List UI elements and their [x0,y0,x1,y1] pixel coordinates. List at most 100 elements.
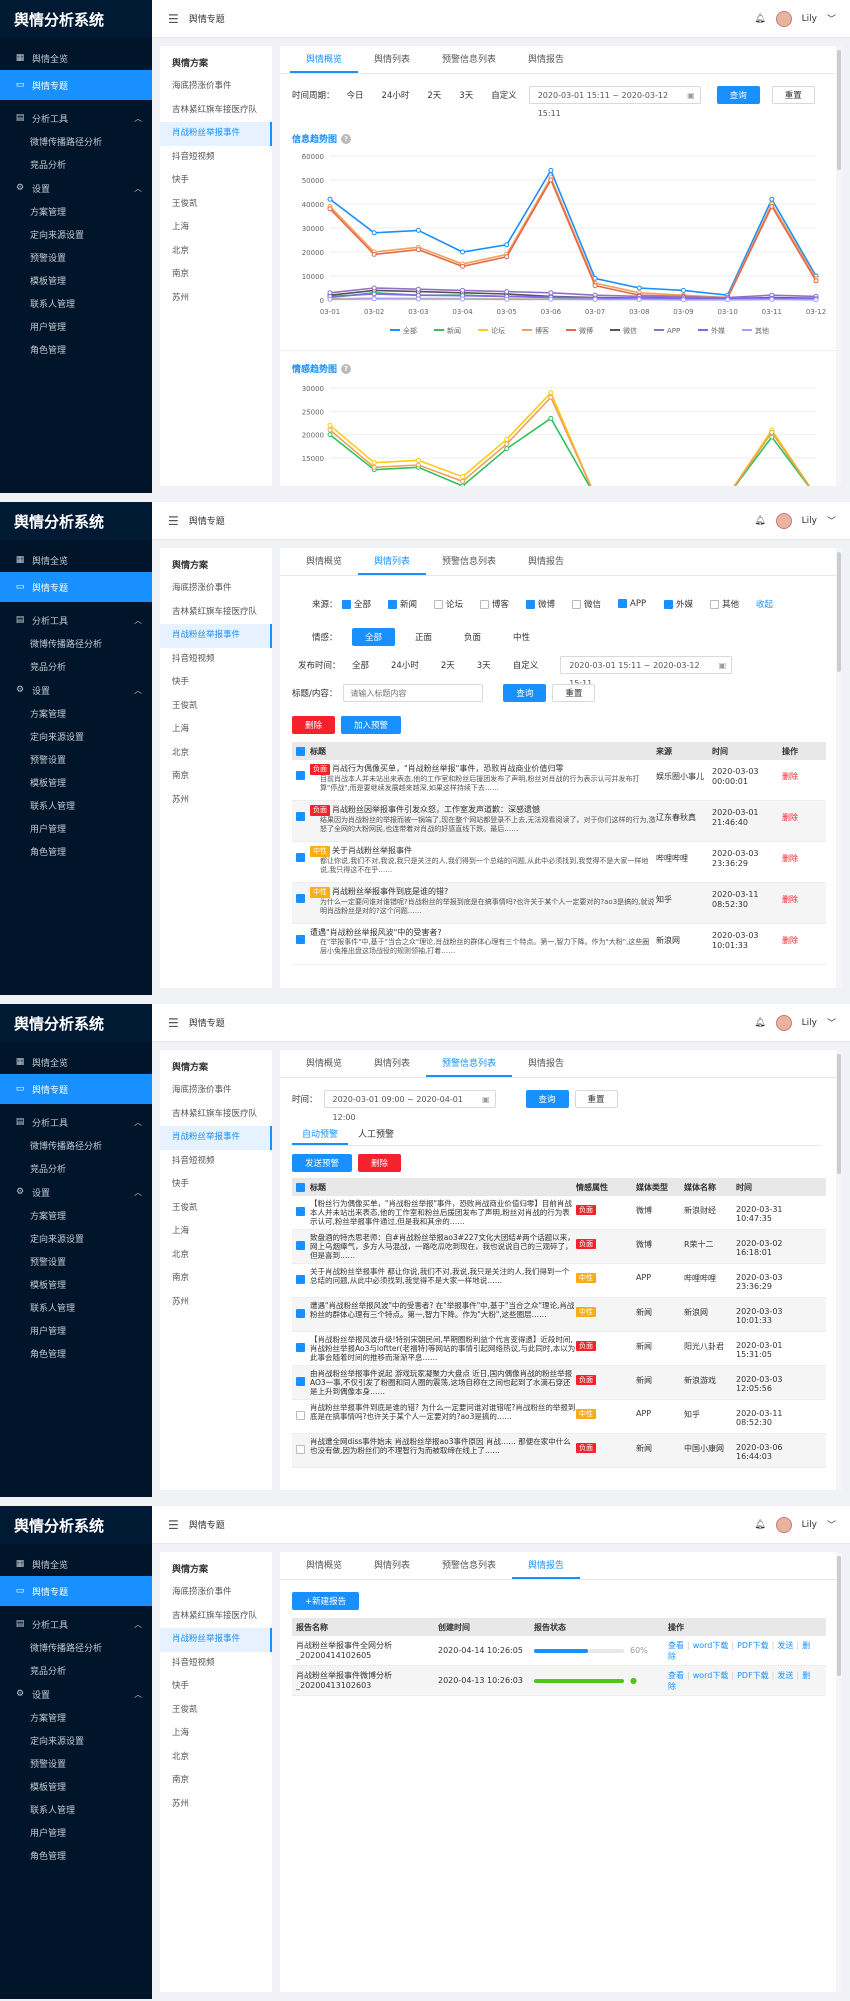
data-point[interactable] [504,296,510,302]
data-point[interactable] [415,286,421,292]
menu-settings-item[interactable]: 角色管理 [0,338,152,361]
menu-analysis[interactable]: ▤ 分析工具 ︿ [0,1612,152,1636]
plan-item[interactable]: 王俊凯 [160,1197,272,1221]
plan-item[interactable]: 上海 [160,1722,272,1746]
data-point[interactable] [460,287,466,293]
menu-analysis-item[interactable]: 微博传播路径分析 [0,1134,152,1157]
send-alert-button[interactable]: 发送预警 [292,1154,353,1172]
row-title[interactable]: 肖战行为偶像买单，"肖战粉丝举报"事件，恐败肖战商业价值归零 [332,764,563,773]
data-point[interactable] [548,290,554,296]
data-point[interactable] [680,287,686,293]
report-name[interactable]: 肖战粉丝举报事件全网分析_20200414102605 [292,1641,438,1661]
menu-settings-item[interactable]: 定向来源设置 [0,1227,152,1250]
legend-label[interactable]: 微信 [623,326,637,335]
data-point[interactable] [327,427,333,433]
data-point[interactable] [769,203,775,209]
menu-settings-item[interactable]: 方案管理 [0,1204,152,1227]
report-action-link[interactable]: 查看 [668,1641,684,1650]
data-point[interactable] [415,457,421,463]
help-icon[interactable]: ? [341,133,352,144]
data-point[interactable] [371,291,377,297]
table-row[interactable]: 关于肖战粉丝举报事件 都让你说,我们不对,我说,我只是关注的人,我们得到一个总结… [292,1264,826,1298]
menu-overview[interactable]: ▦ 舆情全览 [0,46,152,70]
data-point[interactable] [769,196,775,202]
table-row[interactable]: 肖战粉丝举报事件全网分析_20200414102605 2020-04-14 1… [292,1636,826,1666]
user-name[interactable]: Lily [802,1018,817,1028]
tab-0[interactable]: 舆情概览 [290,46,359,73]
table-row[interactable]: 负面 肖战行为偶像买单，"肖战粉丝举报"事件，恐败肖战商业价值归零 目前肖战本人并… [292,760,826,801]
chevron-down-icon[interactable]: ﹀ [827,514,836,527]
source-checkbox[interactable]: 微信 [572,598,618,610]
bell-icon[interactable]: 🔔︎ [754,14,765,24]
menu-topic[interactable]: ▭ 舆情专题 [0,572,152,602]
menu-settings[interactable]: ⚙ 设置 ︿ [0,1180,152,1204]
source-checkbox[interactable]: 博客 [480,598,526,610]
plan-item[interactable]: 抖音短视频 [160,1652,272,1676]
plan-item[interactable]: 海底捞涨价事件 [160,1581,272,1605]
plan-item[interactable]: 吉林紧红旗车接医疗队 [160,99,272,123]
checkbox-icon[interactable] [480,600,489,609]
query-button[interactable]: 查询 [716,86,760,104]
data-point[interactable] [636,285,642,291]
tab-3[interactable]: 舆情报告 [512,548,580,575]
tab-1[interactable]: 舆情列表 [358,46,426,73]
menu-settings-item[interactable]: 模板管理 [0,1775,152,1798]
data-point[interactable] [548,177,554,183]
source-checkbox[interactable]: 全部 [342,598,388,610]
source-checkbox[interactable]: 其他 [710,598,756,610]
menu-analysis[interactable]: ▤ 分析工具 ︿ [0,106,152,130]
menu-settings-item[interactable]: 角色管理 [0,840,152,863]
period-option[interactable]: 24小时 [382,89,410,101]
subtab-0[interactable]: 自动预警 [292,1124,349,1145]
checkbox-icon[interactable] [342,600,351,609]
tab-1[interactable]: 舆情列表 [358,548,427,575]
row-title[interactable]: 【粉丝行为偶像买单，"肖战粉丝举报"事件，恐败肖战商业价值归零】目前肖战本人并未… [304,1199,576,1227]
reset-button[interactable]: 重置 [771,86,815,104]
tab-3[interactable]: 舆情报告 [512,46,580,73]
row-delete-link[interactable]: 删除 [782,927,822,946]
report-action-link[interactable]: 查看 [668,1671,684,1680]
plan-item[interactable]: 王俊凯 [160,1699,272,1723]
time-option[interactable]: 2天 [441,659,455,671]
row-delete-link[interactable]: 删除 [782,763,822,782]
chevron-down-icon[interactable]: ﹀ [827,12,836,25]
row-title[interactable]: 肖战粉丝举报事件到底是谁的错? [332,887,448,896]
menu-toggle-icon[interactable]: ☰ [168,1518,179,1532]
sentiment-option[interactable]: 中性 [501,631,542,643]
menu-settings-item[interactable]: 预警设置 [0,1752,152,1775]
menu-settings-item[interactable]: 联系人管理 [0,794,152,817]
menu-analysis-item[interactable]: 竞品分析 [0,153,152,176]
legend-label[interactable]: 外媒 [711,326,725,335]
row-title[interactable]: 肖战粉丝举报事件到底是谁的错? 为什么一定要问谁对谁错呢?肖战粉丝的举报到底是在… [304,1403,576,1431]
plan-item[interactable]: 海底捞涨价事件 [160,577,272,601]
data-point[interactable] [371,251,377,257]
plan-item[interactable]: 吉林紧红旗车接医疗队 [160,601,272,625]
data-point[interactable] [415,227,421,233]
row-title[interactable]: 遭遇"肖战粉丝举报风波"中的受害者? [310,928,442,937]
table-row[interactable]: 中性 肖战粉丝举报事件到底是谁的错? 为什么一定要问谁对谁错呢?肖战粉丝的举报到底… [292,883,826,924]
data-point[interactable] [460,478,466,484]
table-row[interactable]: 致盘酒的特杰思老师：自#肖战粉丝举报ao3#227文化大团结#两个话题以来，网上… [292,1230,826,1264]
menu-settings-item[interactable]: 用户管理 [0,1319,152,1342]
sentiment-option[interactable]: 负面 [452,631,493,643]
scrollbar[interactable] [836,46,842,486]
menu-settings[interactable]: ⚙ 设置 ︿ [0,678,152,702]
tab-0[interactable]: 舆情概览 [290,548,358,575]
delete-button[interactable]: 删除 [358,1154,402,1172]
menu-settings-item[interactable]: 联系人管理 [0,1798,152,1821]
data-point[interactable] [371,460,377,466]
menu-toggle-icon[interactable]: ☰ [168,514,179,528]
bell-icon[interactable]: 🔔︎ [754,1018,765,1028]
delete-button[interactable]: 删除 [292,716,336,734]
data-point[interactable] [813,297,819,303]
menu-settings-item[interactable]: 方案管理 [0,1706,152,1729]
data-point[interactable] [548,415,554,421]
source-checkbox[interactable]: 新闻 [388,598,434,610]
menu-settings-item[interactable]: 联系人管理 [0,1296,152,1319]
report-action-link[interactable]: 发送 [777,1641,793,1650]
data-point[interactable] [680,297,686,303]
help-icon[interactable]: ? [341,363,352,374]
plan-item[interactable]: 肖战粉丝举报事件 [160,1628,272,1652]
avatar[interactable] [775,512,792,529]
table-row[interactable]: 负面 肖战粉丝因举报事件引发众怒，工作室发声道歉：深感遗憾 结果因为肖战粉丝的举报… [292,801,826,842]
